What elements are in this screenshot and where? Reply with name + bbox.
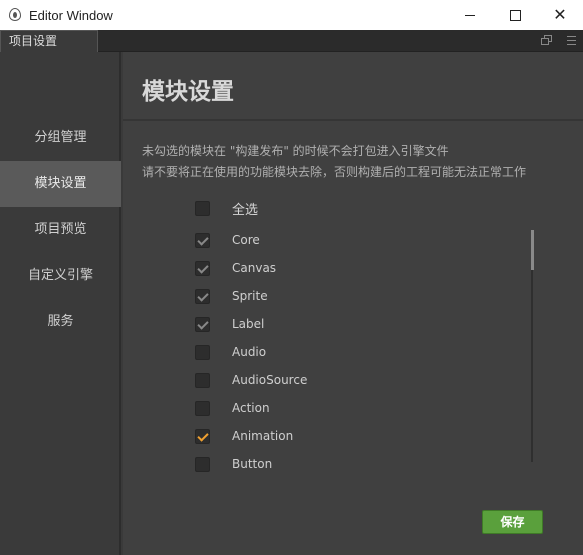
select-all-row[interactable]: 全选 bbox=[195, 198, 258, 218]
module-row[interactable]: Label bbox=[195, 314, 264, 334]
close-button[interactable]: ✕ bbox=[537, 0, 583, 30]
sidebar: 分组管理 模块设置 项目预览 自定义引擎 服务 bbox=[0, 52, 121, 555]
module-row[interactable]: Button bbox=[195, 454, 272, 474]
module-row[interactable]: Canvas bbox=[195, 258, 276, 278]
module-checkbox[interactable] bbox=[195, 456, 210, 472]
sidebar-item-services[interactable]: 服务 bbox=[0, 299, 121, 345]
sidebar-item-custom-engine[interactable]: 自定义引擎 bbox=[0, 253, 121, 299]
module-label: Label bbox=[232, 317, 265, 331]
module-checkbox[interactable] bbox=[195, 428, 210, 444]
app-drop-icon bbox=[8, 8, 22, 22]
module-label: Canvas bbox=[232, 261, 277, 275]
module-label: Animation bbox=[232, 429, 294, 443]
popout-icon[interactable] bbox=[540, 33, 554, 47]
module-row[interactable]: Audio bbox=[195, 342, 266, 362]
module-checkbox[interactable] bbox=[195, 400, 210, 416]
maximize-icon bbox=[509, 9, 521, 21]
tab-project-settings[interactable]: 项目设置 bbox=[0, 30, 98, 52]
tab-bar: 项目设置 bbox=[0, 30, 583, 52]
select-all-label: 全选 bbox=[232, 202, 259, 218]
title-bar: Editor Window ✕ bbox=[0, 0, 583, 30]
module-row[interactable]: Sprite bbox=[195, 286, 268, 306]
module-checkbox[interactable] bbox=[195, 232, 210, 248]
page-title: 模块设置 bbox=[142, 79, 234, 105]
module-row[interactable]: AudioSource bbox=[195, 370, 307, 390]
description-line-2: 请不要将正在使用的功能模块去除，否则构建后的工程可能无法正常工作 bbox=[142, 165, 527, 179]
module-row[interactable]: Animation bbox=[195, 426, 293, 446]
window-title: Editor Window bbox=[29, 7, 113, 23]
module-label: Sprite bbox=[232, 289, 268, 303]
module-label: Audio bbox=[232, 345, 267, 359]
module-label: Core bbox=[232, 233, 260, 247]
close-icon: ✕ bbox=[553, 5, 567, 24]
description-line-1: 未勾选的模块在 "构建发布" 的时候不会打包进入引擎文件 bbox=[142, 144, 449, 158]
sidebar-item-project-preview[interactable]: 项目预览 bbox=[0, 207, 121, 253]
sidebar-item-module-settings[interactable]: 模块设置 bbox=[0, 161, 121, 207]
minimize-icon bbox=[465, 14, 475, 16]
save-button[interactable]: 保存 bbox=[482, 510, 543, 534]
maximize-button[interactable] bbox=[492, 0, 538, 30]
module-checkbox[interactable] bbox=[195, 260, 210, 276]
main-panel: 模块设置 未勾选的模块在 "构建发布" 的时候不会打包进入引擎文件 请不要将正在… bbox=[123, 52, 583, 555]
module-row[interactable]: Action bbox=[195, 398, 270, 418]
minimize-button[interactable] bbox=[447, 0, 493, 30]
module-row[interactable]: Core bbox=[195, 230, 260, 250]
module-checkbox[interactable] bbox=[195, 316, 210, 332]
divider bbox=[123, 119, 583, 121]
menu-icon[interactable] bbox=[564, 33, 578, 47]
module-checkbox[interactable] bbox=[195, 344, 210, 360]
sidebar-item-group-management[interactable]: 分组管理 bbox=[0, 115, 121, 161]
module-label: Button bbox=[232, 457, 273, 471]
select-all-checkbox[interactable] bbox=[195, 200, 210, 216]
scrollbar-thumb[interactable] bbox=[531, 230, 534, 270]
module-checkbox[interactable] bbox=[195, 288, 210, 304]
module-label: Action bbox=[232, 401, 270, 415]
module-checkbox[interactable] bbox=[195, 372, 210, 388]
module-label: AudioSource bbox=[232, 373, 308, 387]
